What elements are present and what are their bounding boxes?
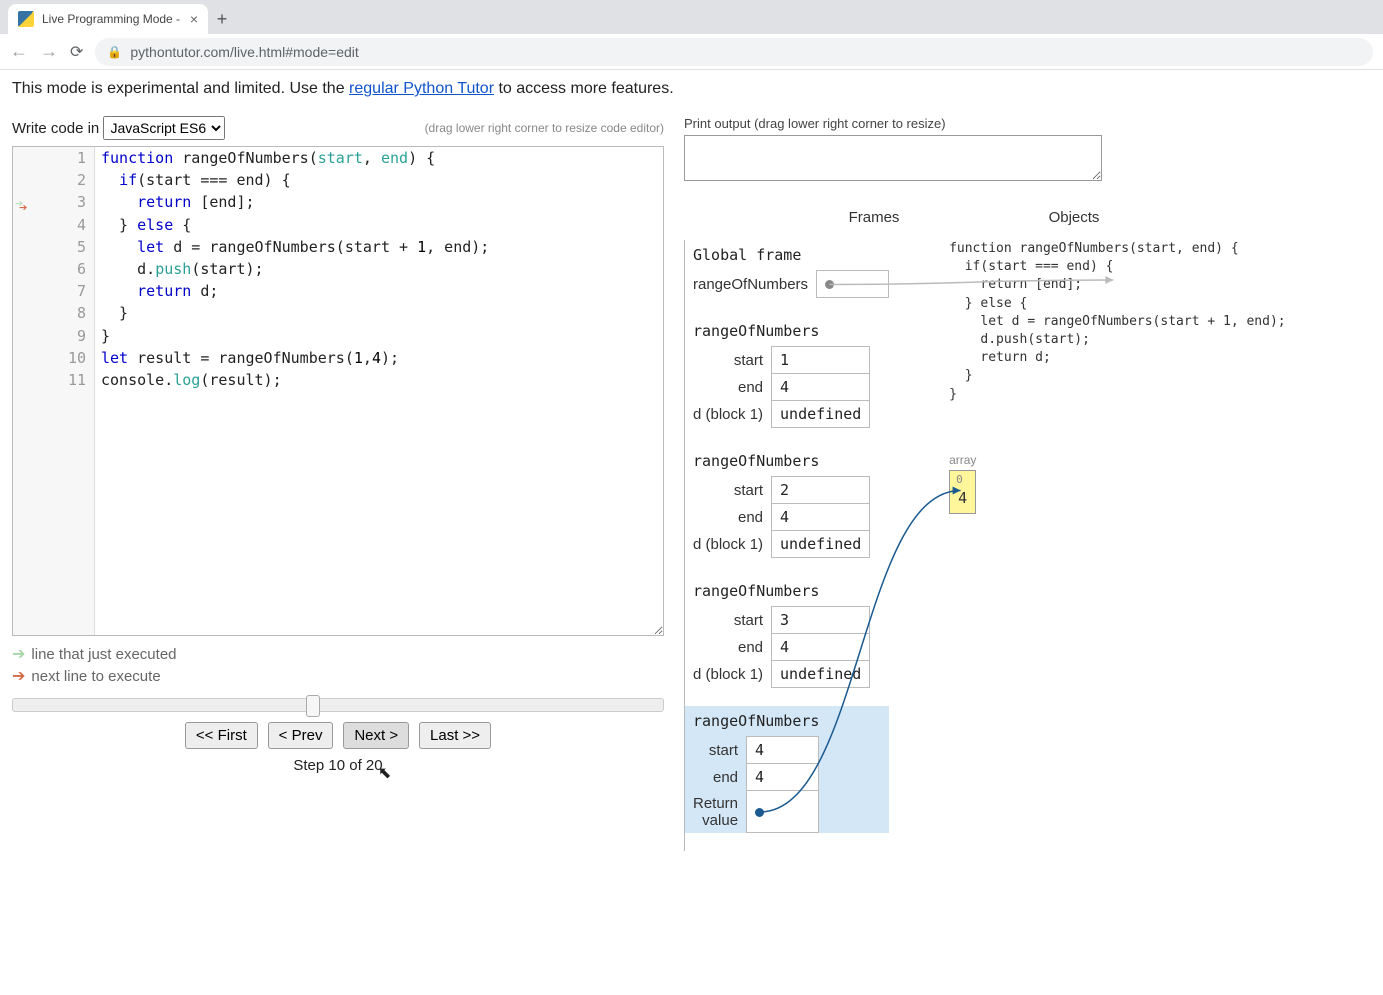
url-input[interactable]: 🔒 pythontutor.com/live.html#mode=edit: [95, 38, 1373, 66]
code-editor[interactable]: 1234567891011➔➔ function rangeOfNumbers(…: [12, 146, 664, 636]
array-type-label: array: [949, 452, 1286, 469]
url-text: pythontutor.com/live.html#mode=edit: [130, 44, 358, 60]
function-source: function rangeOfNumbers(start, end) { if…: [949, 240, 1286, 404]
editor-resize-hint: (drag lower right corner to resize code …: [425, 121, 664, 135]
array-object: 04: [949, 470, 976, 513]
slider-thumb[interactable]: [306, 695, 320, 717]
regular-tutor-link[interactable]: regular Python Tutor: [349, 80, 494, 97]
step-controls: << First < Prev Next > Last >>: [12, 722, 664, 749]
language-select[interactable]: JavaScript ES6: [103, 116, 225, 140]
lock-icon: 🔒: [107, 45, 122, 59]
python-favicon: [18, 11, 34, 27]
first-button[interactable]: << First: [185, 722, 258, 749]
prev-line-arrow-icon: ➔: [12, 644, 25, 664]
new-tab-button[interactable]: +: [208, 9, 236, 34]
mouse-cursor: ⬉: [378, 763, 391, 783]
legend: ➔ line that just executed ➔ next line to e…: [12, 644, 664, 686]
prev-button[interactable]: < Prev: [268, 722, 334, 749]
notice-suffix: to access more features.: [494, 80, 674, 97]
back-button[interactable]: ←: [10, 41, 28, 62]
global-frame-title: Global frame: [685, 240, 889, 270]
address-bar: ← → ⟳ 🔒 pythontutor.com/live.html#mode=e…: [0, 34, 1383, 70]
print-output-label: Print output (drag lower right corner to…: [684, 116, 1371, 131]
browser-tab-strip: Live Programming Mode - × +: [0, 0, 1383, 34]
write-code-label: Write code in JavaScript ES6: [12, 116, 225, 140]
reload-button[interactable]: ⟳: [70, 42, 83, 62]
last-button[interactable]: Last >>: [419, 722, 491, 749]
next-button[interactable]: Next >: [343, 722, 409, 749]
step-slider[interactable]: [12, 698, 664, 712]
notice-prefix: This mode is experimental and limited. U…: [12, 80, 349, 97]
tab-title: Live Programming Mode -: [42, 12, 180, 26]
objects-header: Objects: [994, 209, 1154, 226]
close-tab-icon[interactable]: ×: [190, 11, 198, 27]
objects-column: function rangeOfNumbers(start, end) { if…: [949, 240, 1286, 851]
print-output[interactable]: [684, 135, 1102, 181]
legend-next: next line to execute: [31, 668, 160, 685]
next-line-arrow-icon: ➔: [12, 666, 25, 686]
legend-prev: line that just executed: [31, 646, 176, 663]
step-indicator: Step 10 of 20: [12, 757, 664, 774]
browser-tab[interactable]: Live Programming Mode - ×: [8, 4, 208, 34]
notice-bar: This mode is experimental and limited. U…: [12, 80, 1371, 98]
frames-header: Frames: [784, 209, 964, 226]
frames-column: Global framerangeOfNumbersrangeOfNumbers…: [684, 240, 889, 851]
forward-button[interactable]: →: [40, 41, 58, 62]
